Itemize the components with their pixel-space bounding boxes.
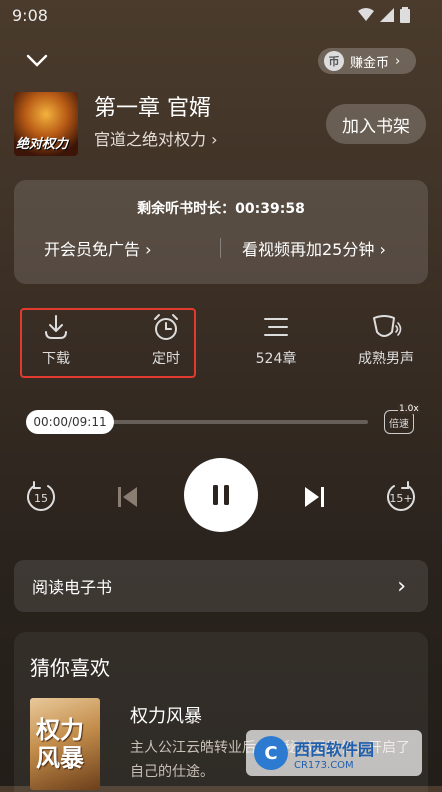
download-button[interactable]: 下载 [38,312,74,368]
timer-label: 定时 [152,351,180,367]
recommendation-cover-title: 权力风暴 [36,716,84,772]
status-icons [358,7,410,23]
recommendation-title[interactable]: 权力风暴 [130,702,202,728]
recommendation-cover[interactable]: 权力风暴 [30,698,100,790]
chevron-right-icon: › [397,573,406,599]
vip-no-ads-label: 开会员免广告 [44,240,141,259]
timer-button[interactable]: 定时 [148,312,184,368]
progress-thumb[interactable]: 00:00/09:11 [26,410,114,434]
book-name-link[interactable]: 官道之绝对权力 › [94,126,218,150]
read-ebook-row[interactable]: 阅读电子书 › [14,560,428,612]
speed-value: 1.0x [398,404,420,414]
chevron-right-icon: › [395,53,401,69]
previous-chapter-icon[interactable] [116,484,140,510]
chevron-right-icon: › [211,130,218,149]
forward-15-label: 15+ [389,492,412,505]
watermark-logo: C [254,736,288,770]
chevron-right-icon: › [145,240,152,259]
read-ebook-label: 阅读电子书 [32,578,113,597]
pause-button[interactable] [184,458,258,532]
book-cover-title: 绝对权力 [16,137,69,152]
watermark-name: 西西软件园 [294,739,375,759]
book-name-label: 官道之绝对权力 [94,130,207,149]
status-bar: 9:08 [0,0,442,30]
coin-icon: 币 [324,51,344,71]
divider [220,238,221,258]
listening-time-panel: 剩余听书时长：00:39:58 开会员免广告 › 看视频再加25分钟 › [14,180,428,284]
chevron-right-icon: › [379,240,386,259]
chapter-list-button[interactable]: 524章 [252,312,300,368]
collapse-chevron-icon[interactable] [26,54,48,68]
watermark-url: CR173.COM [294,759,354,771]
watch-video-label: 看视频再加25分钟 [242,240,375,259]
chapter-title: 第一章 官婿 [94,96,211,121]
recommendations-title: 猜你喜欢 [30,656,110,680]
earn-coins-button[interactable]: 币 赚金币 › [318,48,416,74]
battery-icon [400,7,410,23]
vip-no-ads-link[interactable]: 开会员免广告 › [44,236,152,260]
wifi-icon [358,8,374,21]
watch-video-link[interactable]: 看视频再加25分钟 › [242,236,386,260]
download-icon [45,315,67,339]
remaining-time-label: 剩余听书时长：00:39:58 [137,201,305,217]
alarm-clock-icon [154,314,178,340]
rewind-15-label: 15 [34,492,48,505]
earn-coins-label: 赚金币 [350,55,390,71]
watermark-text: 西西软件园 CR173.COM [294,736,374,771]
rewind-15-icon[interactable]: 15 [24,480,58,514]
signal-icon [380,8,394,22]
add-to-shelf-button[interactable]: 加入书架 [326,104,426,144]
watermark: C 西西软件园 CR173.COM [246,730,422,776]
status-time: 9:08 [12,6,48,25]
next-chapter-icon[interactable] [302,484,326,510]
chapter-count-label: 524章 [255,351,297,367]
pause-icon [213,485,229,505]
voice-select-button[interactable]: 成熟男声 [356,312,416,368]
book-cover[interactable]: 绝对权力 [14,92,78,156]
voice-label: 成熟男声 [358,351,414,367]
download-label: 下载 [42,351,70,367]
list-icon [264,318,288,336]
voice-icon [373,315,402,337]
forward-15-icon[interactable]: 15+ [384,480,418,514]
